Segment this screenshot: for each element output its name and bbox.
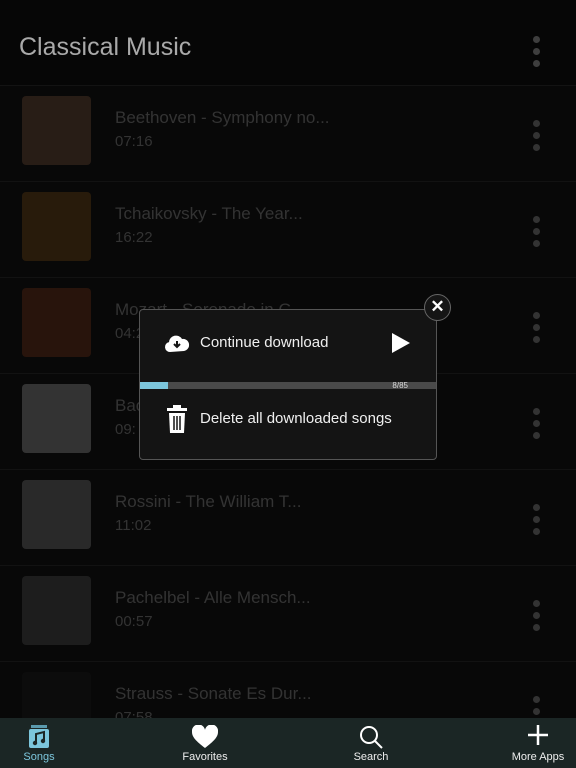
tab-songs[interactable]: Songs: [0, 718, 78, 768]
continue-download-button[interactable]: Continue download: [200, 334, 328, 351]
progress-fill: [140, 382, 168, 389]
tab-search[interactable]: Search: [331, 718, 411, 768]
tab-favorites[interactable]: Favorites: [165, 718, 245, 768]
progress-count: 8/85: [392, 381, 408, 390]
trash-icon: [167, 405, 187, 433]
close-popup-button[interactable]: ✕: [424, 294, 451, 321]
plus-icon: [528, 725, 548, 745]
music-note-icon: [29, 725, 49, 748]
delete-all-button[interactable]: Delete all downloaded songs: [200, 410, 392, 427]
tab-more-apps[interactable]: More Apps: [500, 718, 576, 768]
play-icon[interactable]: [392, 333, 410, 353]
heart-icon: [192, 725, 218, 748]
search-icon: [360, 726, 383, 749]
tab-bar: Songs Favorites Search More Apps: [0, 718, 576, 768]
cloud-download-icon: [164, 335, 190, 352]
download-popup: Continue download 8/85 Delete all downlo…: [139, 309, 437, 460]
